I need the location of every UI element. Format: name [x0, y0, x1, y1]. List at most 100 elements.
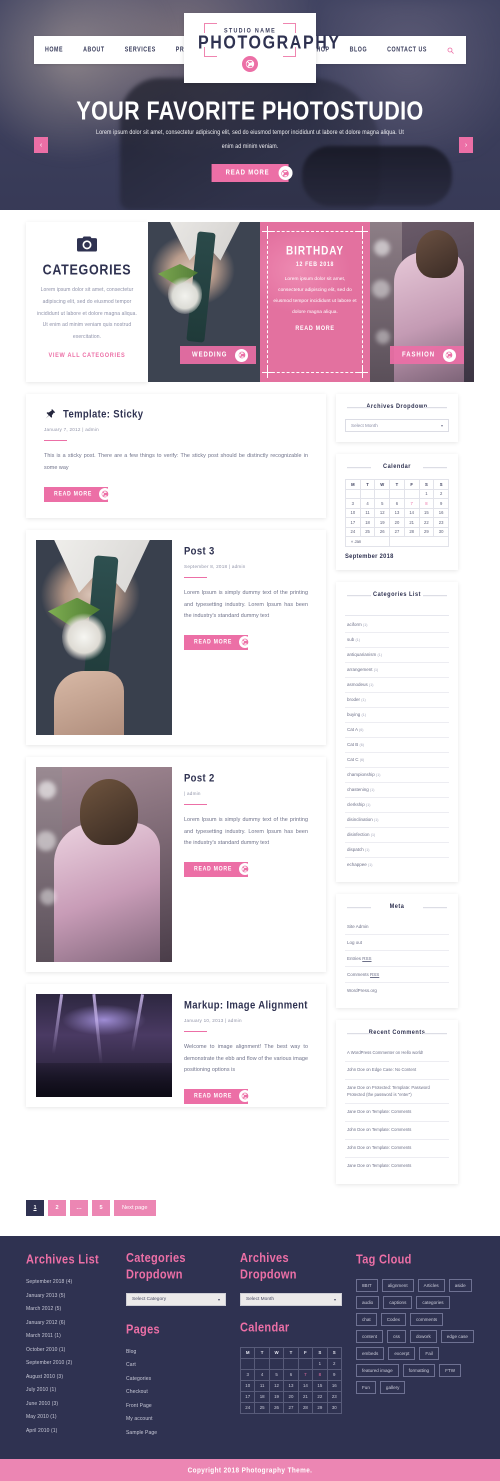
- tag-cloud-item[interactable]: edge case: [440, 1330, 474, 1343]
- recent-comment-item[interactable]: John Doe on Edge Case: No Content: [345, 1062, 449, 1080]
- category-tile-fashion[interactable]: FASHION: [370, 222, 474, 382]
- tag-cloud-item[interactable]: excerpt: [388, 1347, 416, 1360]
- calendar-day-link[interactable]: 7: [403, 498, 420, 509]
- pagination-page-2[interactable]: 2: [48, 1200, 66, 1217]
- category-list-item[interactable]: aciform (1): [345, 618, 449, 633]
- footer-archive-item[interactable]: January 2012 (6): [26, 1320, 112, 1326]
- meta-list-item[interactable]: Site Admin: [345, 919, 449, 935]
- category-list-item[interactable]: arrangement (1): [345, 663, 449, 678]
- category-tile-wedding[interactable]: WEDDING: [148, 222, 260, 382]
- read-more-button[interactable]: READ MORE: [184, 1088, 252, 1104]
- post-title[interactable]: Post 3: [184, 545, 308, 558]
- category-list-item[interactable]: echappee (1): [345, 858, 449, 872]
- tag-cloud-item[interactable]: Articles: [417, 1279, 445, 1292]
- category-list-item[interactable]: Cat C (6): [345, 753, 449, 768]
- search-icon[interactable]: [447, 47, 454, 54]
- tag-cloud-item[interactable]: aside: [448, 1279, 472, 1292]
- footer-page-item[interactable]: Sample Page: [126, 1430, 226, 1436]
- footer-page-item[interactable]: Checkout: [126, 1389, 226, 1395]
- category-list-item[interactable]: dispatch (1): [345, 843, 449, 858]
- tag-cloud-item[interactable]: audio: [356, 1296, 380, 1309]
- recent-comment-item[interactable]: A WordPress Commenter on Hello world!: [345, 1045, 449, 1063]
- meta-rss-link[interactable]: RSS: [370, 972, 379, 977]
- footer-archive-item[interactable]: October 2010 (1): [26, 1347, 112, 1353]
- calendar-day-link[interactable]: 7: [297, 1368, 314, 1381]
- footer-page-item[interactable]: Blog: [126, 1349, 226, 1355]
- meta-list-item[interactable]: WordPress.org: [345, 983, 449, 998]
- category-list-item[interactable]: chastening (1): [345, 783, 449, 798]
- footer-archive-item[interactable]: March 2012 (5): [26, 1306, 112, 1312]
- pagination-page-5[interactable]: 5: [92, 1200, 110, 1217]
- read-more-button[interactable]: READ MORE: [44, 486, 112, 502]
- pagination-page-1[interactable]: 1: [26, 1200, 44, 1217]
- nav-item-services[interactable]: SERVICES: [125, 46, 156, 54]
- footer-archive-item[interactable]: September 2018 (4): [26, 1279, 112, 1285]
- pagination-page-…[interactable]: …: [70, 1200, 88, 1217]
- recent-comment-item[interactable]: Jane Doe on Template: Comments: [345, 1104, 449, 1123]
- footer-page-item[interactable]: Front Page: [126, 1403, 226, 1409]
- category-list-item[interactable]: clerkship (1): [345, 798, 449, 813]
- meta-list-item[interactable]: Entries RSS: [345, 951, 449, 967]
- post-title[interactable]: Markup: Image Alignment: [184, 999, 308, 1012]
- post-thumbnail[interactable]: [36, 993, 172, 1097]
- category-list-item[interactable]: buying (1): [345, 708, 449, 723]
- hero-prev-arrow[interactable]: ‹: [34, 137, 48, 153]
- footer-archive-item[interactable]: January 2013 (5): [26, 1293, 112, 1299]
- footer-archive-item[interactable]: August 2010 (3): [26, 1374, 112, 1380]
- recent-comment-item[interactable]: John Doe on Template: Comments: [345, 1140, 449, 1158]
- post-title[interactable]: Template: Sticky: [63, 408, 143, 421]
- recent-comment-item[interactable]: Jane Doe on Template: Comments: [345, 1158, 449, 1175]
- post-thumbnail[interactable]: [36, 539, 172, 735]
- category-list-item[interactable]: Cat B (6): [345, 738, 449, 753]
- footer-archive-item[interactable]: June 2010 (3): [26, 1401, 112, 1407]
- recent-comment-item[interactable]: John Doe on Template: Comments: [345, 1122, 449, 1140]
- post-title[interactable]: Post 2: [184, 772, 308, 785]
- category-tag-wedding[interactable]: WEDDING: [180, 346, 257, 364]
- tag-cloud-item[interactable]: captions: [383, 1296, 413, 1309]
- tag-cloud-item[interactable]: embeds: [356, 1347, 385, 1360]
- footer-page-item[interactable]: Cart: [126, 1362, 226, 1368]
- tag-cloud-item[interactable]: FTW: [439, 1364, 462, 1377]
- nav-item-about[interactable]: ABOUT: [83, 46, 105, 54]
- nav-item-blog[interactable]: BLOG: [350, 46, 368, 54]
- hero-next-arrow[interactable]: ›: [459, 137, 473, 153]
- footer-page-item[interactable]: Categories: [126, 1376, 226, 1382]
- category-list-item[interactable]: asmodeus (1): [345, 678, 449, 693]
- meta-rss-link[interactable]: RSS: [362, 956, 371, 961]
- footer-category-select[interactable]: Select Category ▾: [126, 1292, 226, 1306]
- footer-month-select[interactable]: Select Month ▾: [240, 1292, 342, 1306]
- calendar-day-link[interactable]: 8: [418, 498, 435, 509]
- nav-item-home[interactable]: HOME: [45, 46, 63, 54]
- tag-cloud-item[interactable]: categories: [416, 1296, 450, 1309]
- category-list-item[interactable]: Cat A (6): [345, 723, 449, 738]
- hero-read-more-button[interactable]: READ MORE: [211, 164, 293, 182]
- view-all-categories-link[interactable]: VIEW ALL CATEGORIES: [36, 352, 138, 359]
- read-more-button[interactable]: READ MORE: [184, 861, 252, 877]
- nav-item-contact-us[interactable]: CONTACT US: [387, 46, 427, 54]
- category-list-item[interactable]: disinclination (1): [345, 813, 449, 828]
- tag-cloud-item[interactable]: formatting: [402, 1364, 436, 1377]
- site-logo[interactable]: STUDIO NAME PHOTOGRAPHY: [184, 13, 339, 83]
- archives-month-select[interactable]: Select Month ▾: [345, 419, 449, 432]
- footer-archive-item[interactable]: March 2011 (1): [26, 1333, 112, 1339]
- tag-cloud-item[interactable]: gallery: [379, 1381, 406, 1394]
- tag-cloud-item[interactable]: Codex: [380, 1313, 406, 1326]
- calendar-day-link[interactable]: 8: [312, 1368, 328, 1381]
- recent-comment-item[interactable]: Jane Doe on Protected: Template: Passwor…: [345, 1080, 449, 1105]
- tag-cloud-item[interactable]: 8BIT: [356, 1279, 378, 1292]
- footer-archive-item[interactable]: April 2010 (1): [26, 1428, 112, 1434]
- footer-archive-item[interactable]: May 2010 (1): [26, 1414, 112, 1420]
- category-tag-fashion[interactable]: FASHION: [390, 346, 464, 364]
- tag-cloud-item[interactable]: Fail: [419, 1347, 439, 1360]
- meta-list-item[interactable]: Log out: [345, 935, 449, 951]
- tag-cloud-item[interactable]: comments: [409, 1313, 444, 1326]
- tag-cloud-item[interactable]: Fun: [356, 1381, 376, 1394]
- read-more-button[interactable]: READ MORE: [184, 634, 252, 650]
- category-list-item[interactable]: disinfection (1): [345, 828, 449, 843]
- calendar-prev-month-link[interactable]: « Jan: [344, 536, 391, 547]
- tag-cloud-item[interactable]: featured image: [356, 1364, 399, 1377]
- tag-cloud-item[interactable]: dowork: [409, 1330, 437, 1343]
- tag-cloud-item[interactable]: alignment: [381, 1279, 414, 1292]
- category-tile-birthday[interactable]: BIRTHDAY 12 FEB 2018 Lorem ipsum dolor s…: [260, 222, 370, 382]
- category-list-item[interactable]: antiquarianism (1): [345, 648, 449, 663]
